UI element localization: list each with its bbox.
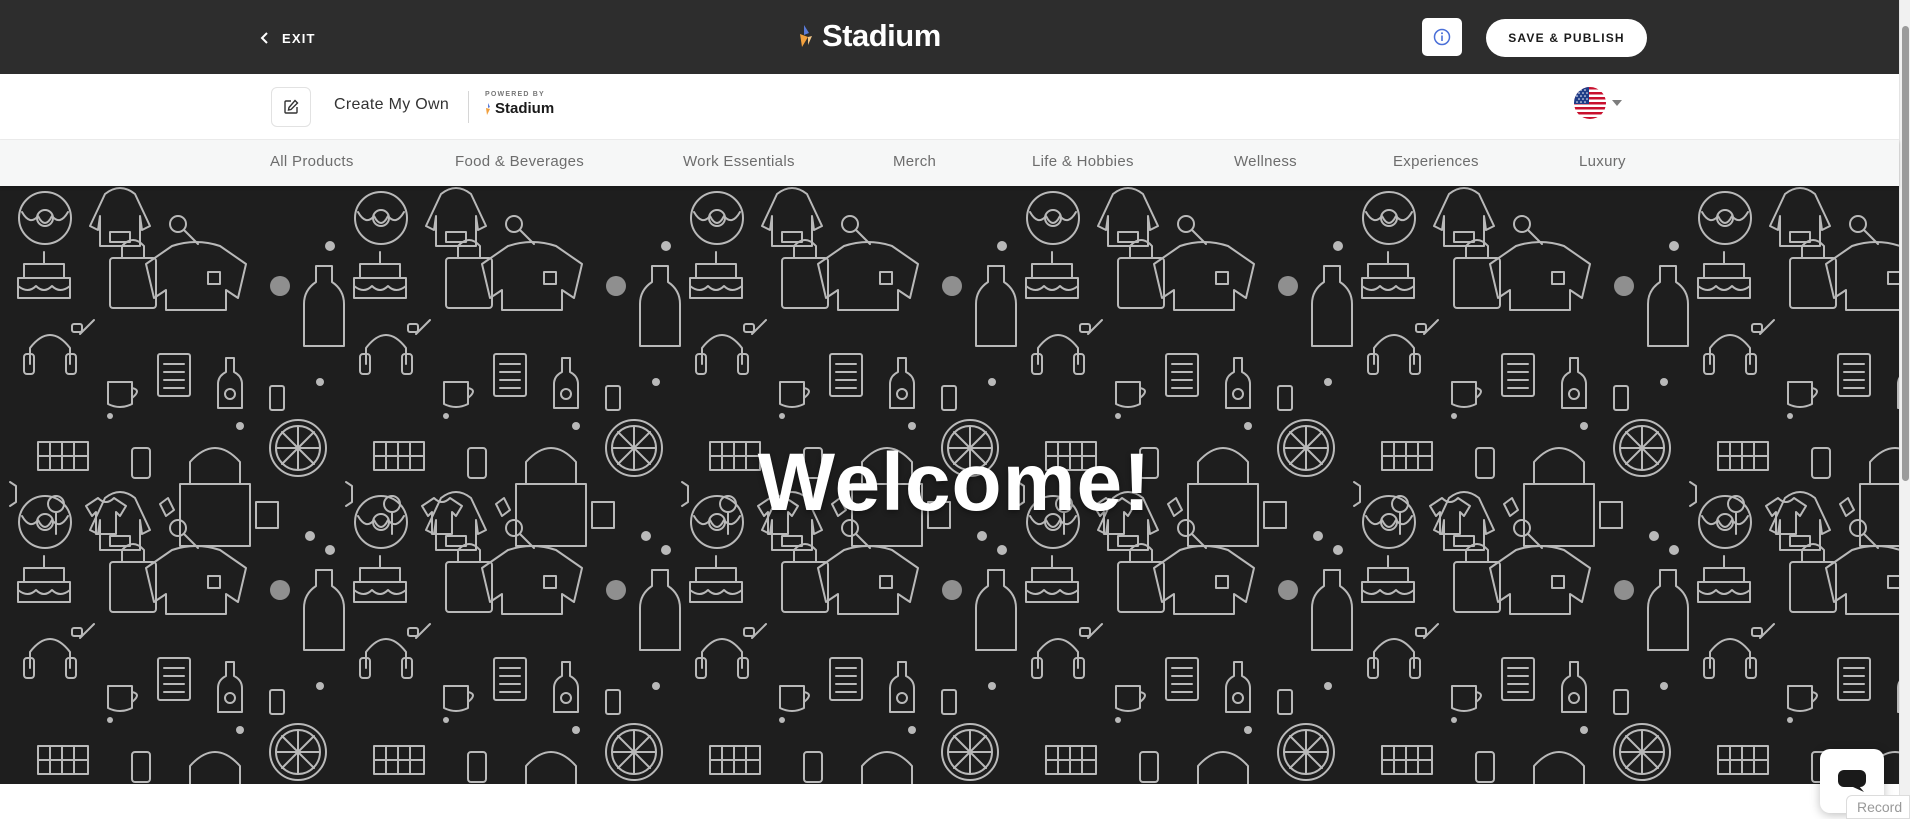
scrollbar-thumb[interactable] xyxy=(1902,26,1909,481)
category-all-products[interactable]: All Products xyxy=(270,153,354,170)
exit-label: EXIT xyxy=(282,30,316,46)
top-bar: EXIT Stadium SAVE & PUBLISH xyxy=(0,0,1899,74)
header-divider xyxy=(468,91,469,123)
edit-icon xyxy=(284,99,299,114)
edit-store-button[interactable] xyxy=(271,87,311,127)
store-name: Create My Own xyxy=(334,96,450,113)
stadium-logo-icon xyxy=(800,25,812,47)
brand-name: Stadium xyxy=(822,18,941,53)
info-icon xyxy=(1433,28,1451,46)
hero-banner: Welcome! xyxy=(0,186,1899,784)
category-luxury[interactable]: Luxury xyxy=(1579,153,1626,170)
category-wellness[interactable]: Wellness xyxy=(1234,153,1297,170)
powered-brand: Stadium xyxy=(485,100,554,117)
powered-brand-name: Stadium xyxy=(495,100,555,117)
us-flag-icon xyxy=(1574,87,1606,119)
category-experiences[interactable]: Experiences xyxy=(1393,153,1479,170)
category-food-beverages[interactable]: Food & Beverages xyxy=(455,153,584,170)
chat-icon xyxy=(1838,770,1866,792)
stadium-logo-small-icon xyxy=(486,102,490,115)
exit-button[interactable]: EXIT xyxy=(258,26,316,50)
locale-selector[interactable] xyxy=(1574,87,1622,119)
info-button[interactable] xyxy=(1422,18,1462,56)
app-root: EXIT Stadium SAVE & PUBLISH Create My Ow… xyxy=(0,0,1910,819)
page-scrollbar[interactable] xyxy=(1899,0,1910,819)
chevron-left-icon xyxy=(258,31,272,45)
category-life-hobbies[interactable]: Life & Hobbies xyxy=(1032,153,1134,170)
powered-by-badge: POWERED BY Stadium xyxy=(485,91,554,117)
caret-down-icon xyxy=(1612,100,1622,106)
category-work-essentials[interactable]: Work Essentials xyxy=(683,153,795,170)
recorder-tab[interactable]: Record xyxy=(1846,795,1910,819)
save-publish-button[interactable]: SAVE & PUBLISH xyxy=(1486,19,1647,57)
hero-heading: Welcome! xyxy=(757,437,1152,528)
category-nav: All Products Food & Beverages Work Essen… xyxy=(0,140,1899,186)
category-merch[interactable]: Merch xyxy=(893,153,936,170)
store-header: Create My Own POWERED BY Stadium xyxy=(0,74,1899,140)
brand-logo: Stadium xyxy=(798,18,941,54)
powered-by-label: POWERED BY xyxy=(485,91,545,98)
